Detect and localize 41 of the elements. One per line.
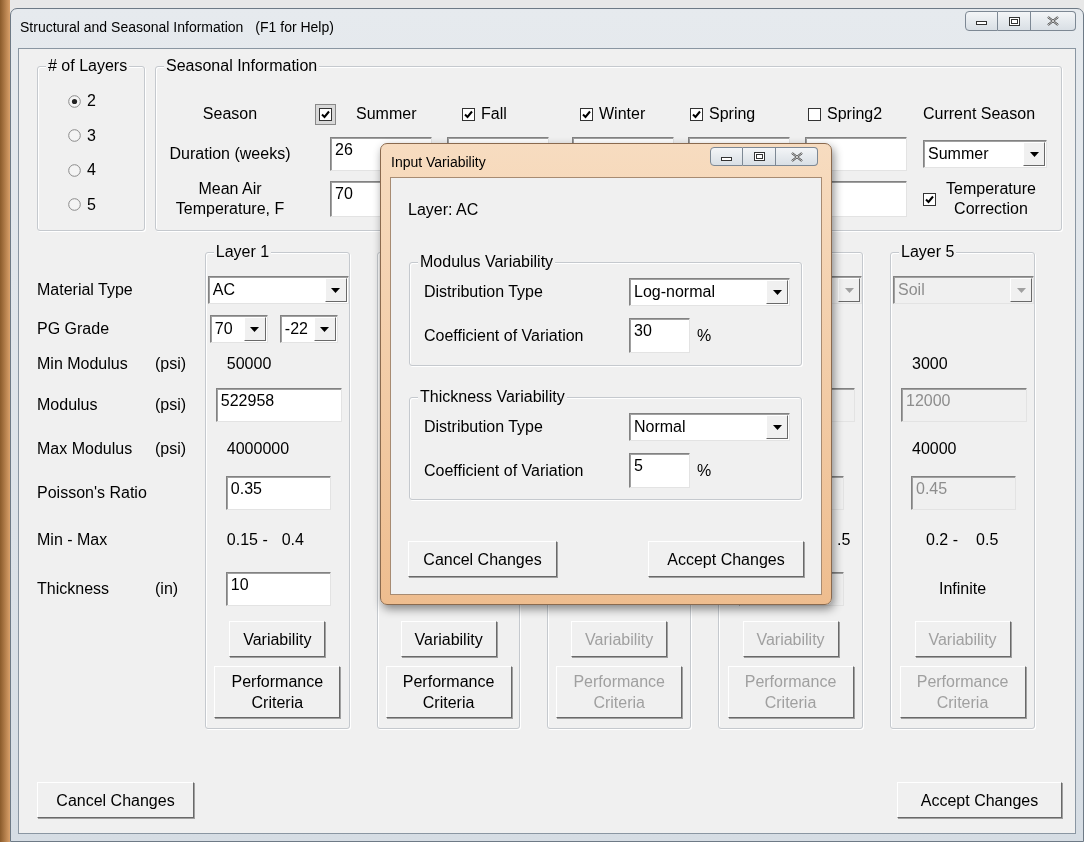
field-label: Distribution Type bbox=[424, 418, 544, 436]
unit-label: (psi) bbox=[155, 355, 187, 373]
value-text: 0.2 - bbox=[926, 531, 959, 549]
value-text: 0.4 bbox=[281, 531, 304, 549]
group-title: Layer 5 bbox=[899, 242, 957, 262]
group-title: Layer 1 bbox=[213, 242, 272, 262]
field-label: Thickness bbox=[37, 580, 111, 598]
field-label: Duration (weeks) bbox=[168, 144, 292, 164]
field-label: PG Grade bbox=[37, 320, 111, 338]
field-label: Mean Air Temperature, F bbox=[174, 179, 286, 219]
unit-label: % bbox=[697, 461, 712, 480]
group-title: Modulus Variability bbox=[418, 252, 556, 272]
value-text: 4000000 bbox=[226, 440, 290, 458]
layer-label: Layer: AC bbox=[408, 200, 480, 220]
field-label: Distribution Type bbox=[424, 283, 544, 301]
value-text: 50000 bbox=[226, 355, 272, 373]
field-label: Modulus bbox=[37, 396, 99, 414]
group-title: # of Layers bbox=[46, 56, 130, 76]
unit-label: (psi) bbox=[155, 440, 187, 458]
unit-label: % bbox=[697, 326, 712, 345]
value-text: 40000 bbox=[912, 440, 957, 458]
field-label: Coefficient of Variation bbox=[424, 326, 585, 345]
unit-label: (in) bbox=[155, 580, 179, 598]
field-label: Min - Max bbox=[37, 531, 109, 549]
dialog-title: Input Variability bbox=[391, 154, 486, 170]
group-title: Thickness Variability bbox=[418, 387, 567, 407]
field-label: Current Season bbox=[923, 105, 1036, 123]
value-text: .5 bbox=[837, 531, 851, 549]
value-text: 0.5 bbox=[976, 531, 999, 549]
field-label: Poisson's Ratio bbox=[37, 484, 148, 502]
field-label: Min Modulus bbox=[37, 355, 129, 373]
value-text: 0.15 - bbox=[226, 531, 268, 549]
field-label: Material Type bbox=[37, 281, 134, 299]
unit-label: (psi) bbox=[155, 396, 187, 414]
value-text: Infinite bbox=[938, 580, 987, 598]
value-text: 3000 bbox=[912, 355, 948, 373]
window-title: Structural and Seasonal Information bbox=[20, 19, 244, 35]
help-hint: (F1 for Help) bbox=[255, 19, 334, 35]
field-label: Season bbox=[201, 104, 259, 124]
field-label: Max Modulus bbox=[37, 440, 134, 458]
field-label: Coefficient of Variation bbox=[424, 461, 585, 480]
